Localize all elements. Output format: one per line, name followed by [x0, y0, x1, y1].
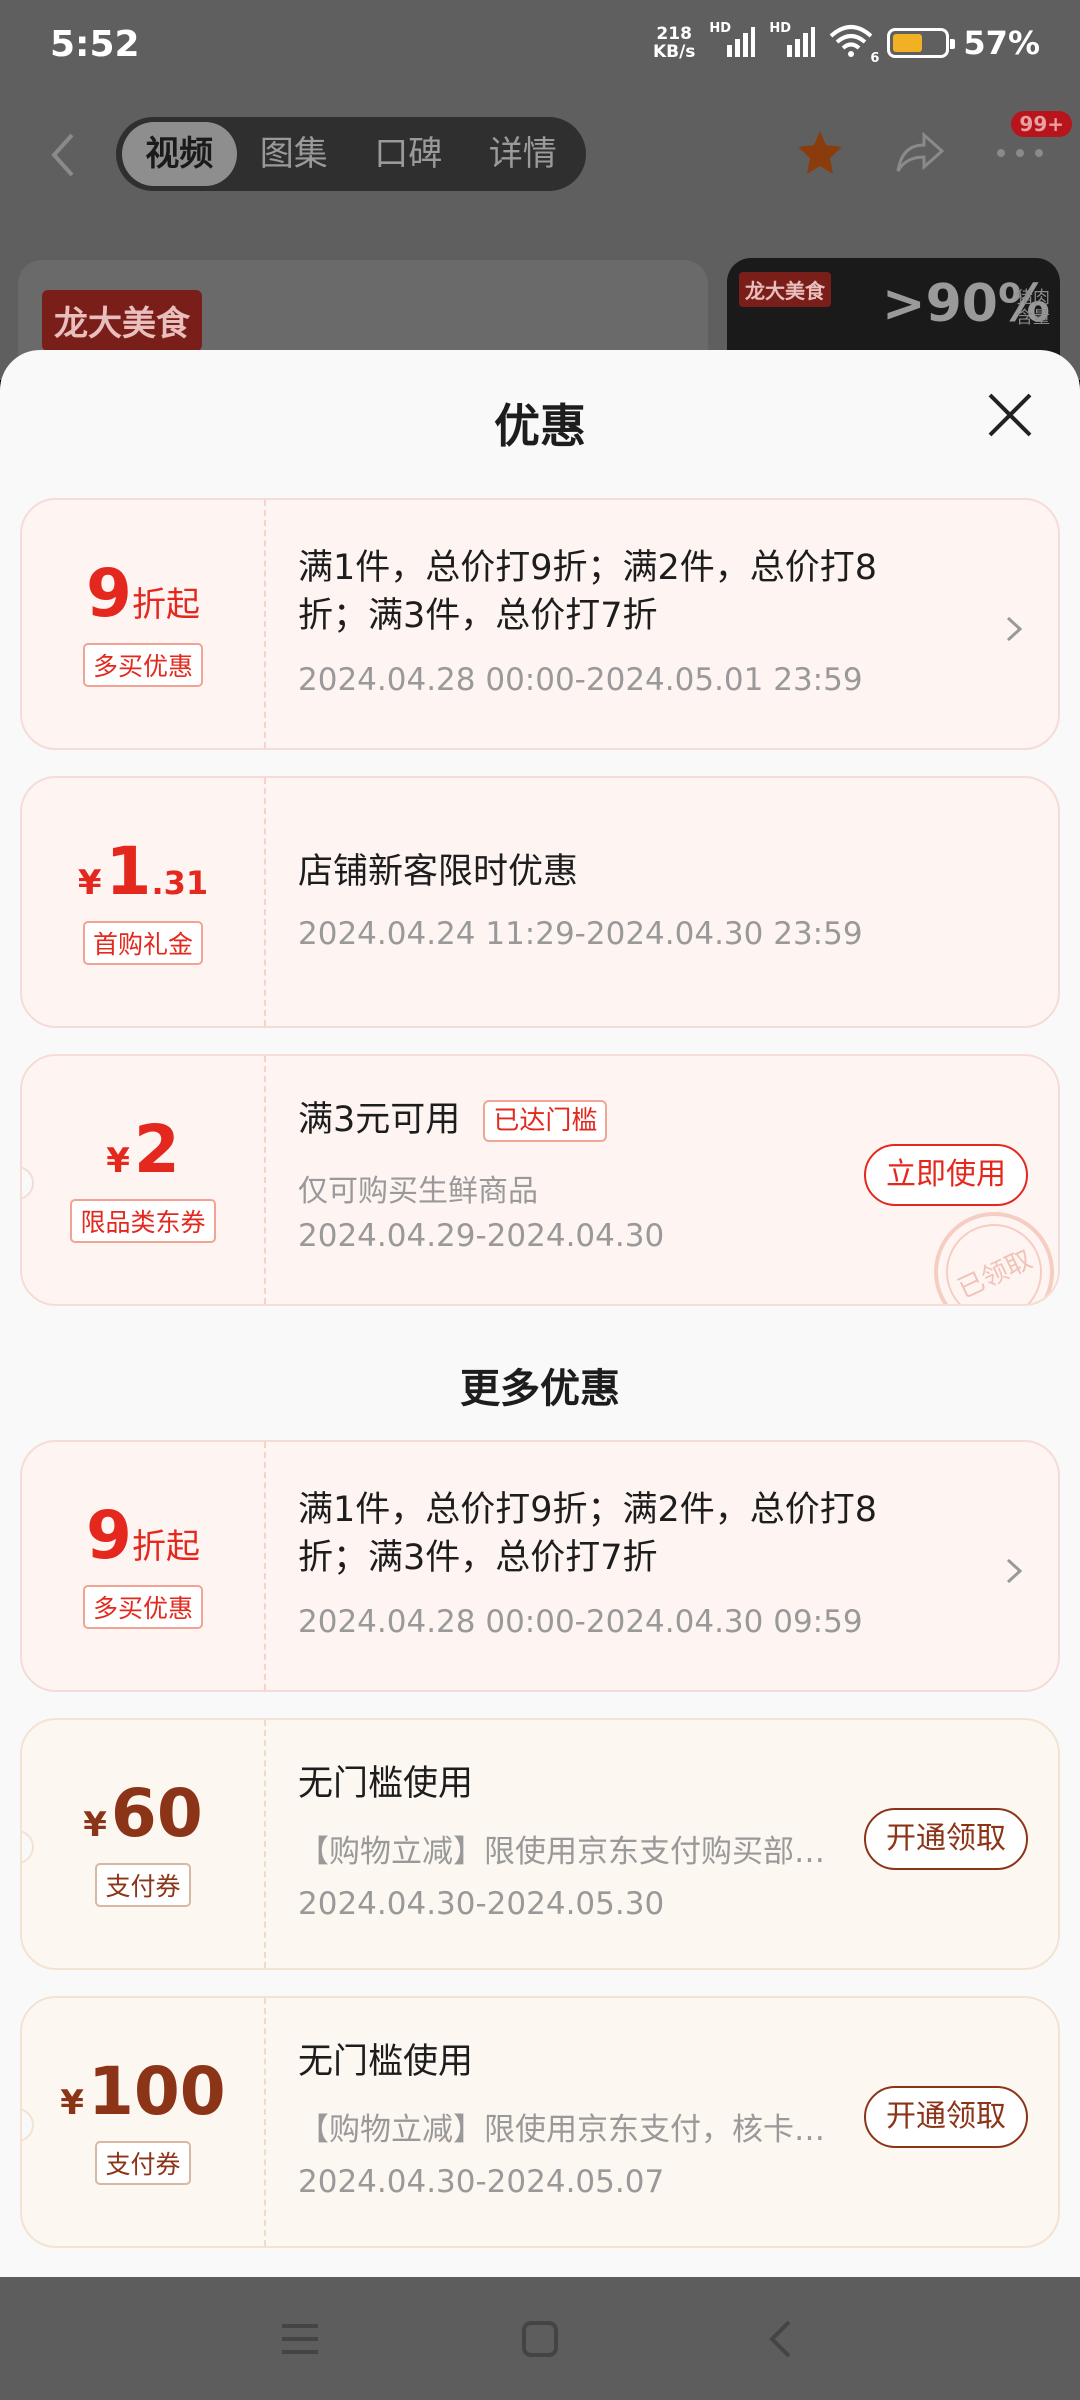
coupon-type-tag: 支付券: [95, 1863, 191, 1907]
coupon-value: ¥ 2 限品类东券: [22, 1056, 264, 1304]
coupon-description: 满3元可用 已达门槛: [298, 1096, 918, 1144]
tab-video[interactable]: 视频: [122, 122, 237, 186]
discount-suffix: 折起: [131, 1527, 200, 1567]
brand-logo-small: 龙大美食: [739, 272, 831, 307]
network-speed: 218 KB/s: [652, 24, 696, 62]
top-nav: 视频 图集 口碑 详情 99+: [0, 111, 1080, 195]
coupon-amount: 1: [105, 833, 152, 910]
chevron-right-icon: [1006, 610, 1023, 651]
coupon-detail: 【购物立减】限使用京东支付，核卡后可用: [298, 2112, 828, 2148]
coupon-description: 店铺新客限时优惠: [298, 852, 579, 892]
coupon-decimal: .31: [151, 864, 209, 902]
coupon-description: 满1件，总价打9折；满2件，总价打8折；满3件，总价打7折: [298, 1490, 878, 1578]
tab-reviews[interactable]: 口碑: [351, 122, 466, 186]
signal-icon: HD: [709, 21, 756, 61]
battery-fill: [893, 34, 922, 52]
coupon-amount: 100: [87, 2053, 226, 2130]
coupon-type-tag: 首购礼金: [82, 921, 203, 965]
coupon-multi-buy-2[interactable]: 9 折起 多买优惠 满1件，总价打9折；满2件，总价打8折；满3件，总价打7折 …: [20, 1440, 1060, 1692]
coupon-value: 9 折起 多买优惠: [22, 500, 264, 748]
meat-content-label: 猪肉 含量: [1016, 288, 1050, 328]
menu-icon[interactable]: [270, 2309, 330, 2369]
coupon-payment-60: ¥ 60 支付券 无门槛使用 【购物立减】限使用京东支付购买部分商品 2024.…: [20, 1718, 1060, 1970]
media-tabs: 视频 图集 口碑 详情: [116, 117, 586, 191]
status-bar: 5:52 218 KB/s HD HD 6 57%: [0, 0, 1080, 92]
coupon-date: 2024.04.28 00:00-2024.05.01 23:59: [298, 662, 863, 698]
coupon-type-tag: 限品类东券: [70, 1199, 216, 1243]
back-nav-icon[interactable]: [750, 2309, 810, 2369]
activate-claim-button[interactable]: 开通领取: [864, 2086, 1028, 2148]
coupon-category: ¥ 2 限品类东券 满3元可用 已达门槛 仅可购买生鲜商品 2024.04.29…: [20, 1054, 1060, 1306]
more-icon[interactable]: 99+: [990, 111, 1072, 183]
coupon-description: 满1件，总价打9折；满2件，总价打8折；满3件，总价打7折: [298, 548, 878, 636]
coupon-multi-buy[interactable]: 9 折起 多买优惠 满1件，总价打9折；满2件，总价打8折；满3件，总价打7折 …: [20, 498, 1060, 750]
battery-icon: [887, 28, 956, 58]
coupon-date: 2024.04.30-2024.05.30: [298, 1886, 665, 1922]
currency-symbol: ¥: [60, 2083, 84, 2123]
coupon-value: ¥ 1 .31 首购礼金: [22, 778, 264, 1026]
status-icons: 218 KB/s HD HD 6 57%: [652, 21, 1040, 66]
currency-symbol: ¥: [83, 1805, 107, 1845]
activate-claim-button[interactable]: 开通领取: [864, 1808, 1028, 1870]
coupon-date: 2024.04.30-2024.05.07: [298, 2164, 665, 2200]
coupon-first-purchase[interactable]: ¥ 1 .31 首购礼金 店铺新客限时优惠 2024.04.24 11:29-2…: [20, 776, 1060, 1028]
tab-gallery[interactable]: 图集: [237, 122, 352, 186]
coupon-description: 无门槛使用: [298, 2042, 474, 2082]
battery-percent: 57%: [963, 24, 1040, 62]
currency-symbol: ¥: [77, 863, 102, 903]
signal-icon-2: HD: [769, 21, 816, 61]
home-icon[interactable]: [510, 2309, 570, 2369]
coupon-amount: 60: [110, 1775, 203, 1852]
discount-suffix: 折起: [131, 585, 200, 625]
use-now-button[interactable]: 立即使用: [864, 1144, 1028, 1206]
coupon-description: 无门槛使用: [298, 1764, 474, 1804]
coupon-value: ¥ 100 支付券: [22, 1998, 264, 2246]
nav-actions: 99+: [790, 111, 1072, 183]
back-icon[interactable]: [48, 131, 78, 190]
status-time: 5:52: [50, 24, 140, 65]
promotions-sheet: 优惠 9 折起 多买优惠 满1件，总价打9折；满2件，总价打8折；满3件，总价打…: [0, 350, 1080, 2277]
coupon-date: 2024.04.24 11:29-2024.04.30 23:59: [298, 916, 863, 952]
sheet-title: 优惠: [494, 399, 586, 453]
more-offers-title: 更多优惠: [460, 1366, 620, 1412]
coupon-value: ¥ 60 支付券: [22, 1720, 264, 1968]
background-page: 5:52 218 KB/s HD HD 6 57% 视频 图集 口碑 详情 99…: [0, 0, 1080, 400]
threshold-reached-badge: 已达门槛: [483, 1100, 608, 1142]
favorite-icon[interactable]: [790, 123, 850, 183]
wifi-icon: 6: [829, 24, 879, 66]
coupon-type-tag: 支付券: [95, 2141, 191, 2185]
coupon-value: 9 折起 多买优惠: [22, 1442, 264, 1690]
coupon-type-tag: 多买优惠: [82, 1585, 203, 1629]
discount-amount: 9: [86, 555, 132, 632]
tab-details[interactable]: 详情: [466, 122, 581, 186]
notification-badge: 99+: [1011, 111, 1072, 137]
coupon-type-tag: 多买优惠: [82, 643, 203, 687]
coupon-date: 2024.04.29-2024.04.30: [298, 1218, 665, 1254]
coupon-amount: 2: [133, 1111, 180, 1188]
share-icon[interactable]: [890, 123, 950, 183]
coupon-date: 2024.04.28 00:00-2024.04.30 09:59: [298, 1604, 863, 1640]
coupon-payment-100: ¥ 100 支付券 无门槛使用 【购物立减】限使用京东支付，核卡后可用 2024…: [20, 1996, 1060, 2248]
coupon-threshold: 满3元可用: [298, 1100, 461, 1140]
brand-logo: 龙大美食: [42, 290, 202, 351]
coupon-detail: 【购物立减】限使用京东支付购买部分商品: [298, 1834, 828, 1870]
discount-amount: 9: [86, 1497, 132, 1574]
currency-symbol: ¥: [106, 1141, 130, 1181]
chevron-right-icon: [1006, 1552, 1023, 1593]
close-icon[interactable]: [980, 385, 1040, 445]
system-nav-bar: [0, 2277, 1080, 2400]
coupon-scope: 仅可购买生鲜商品: [298, 1174, 538, 1209]
